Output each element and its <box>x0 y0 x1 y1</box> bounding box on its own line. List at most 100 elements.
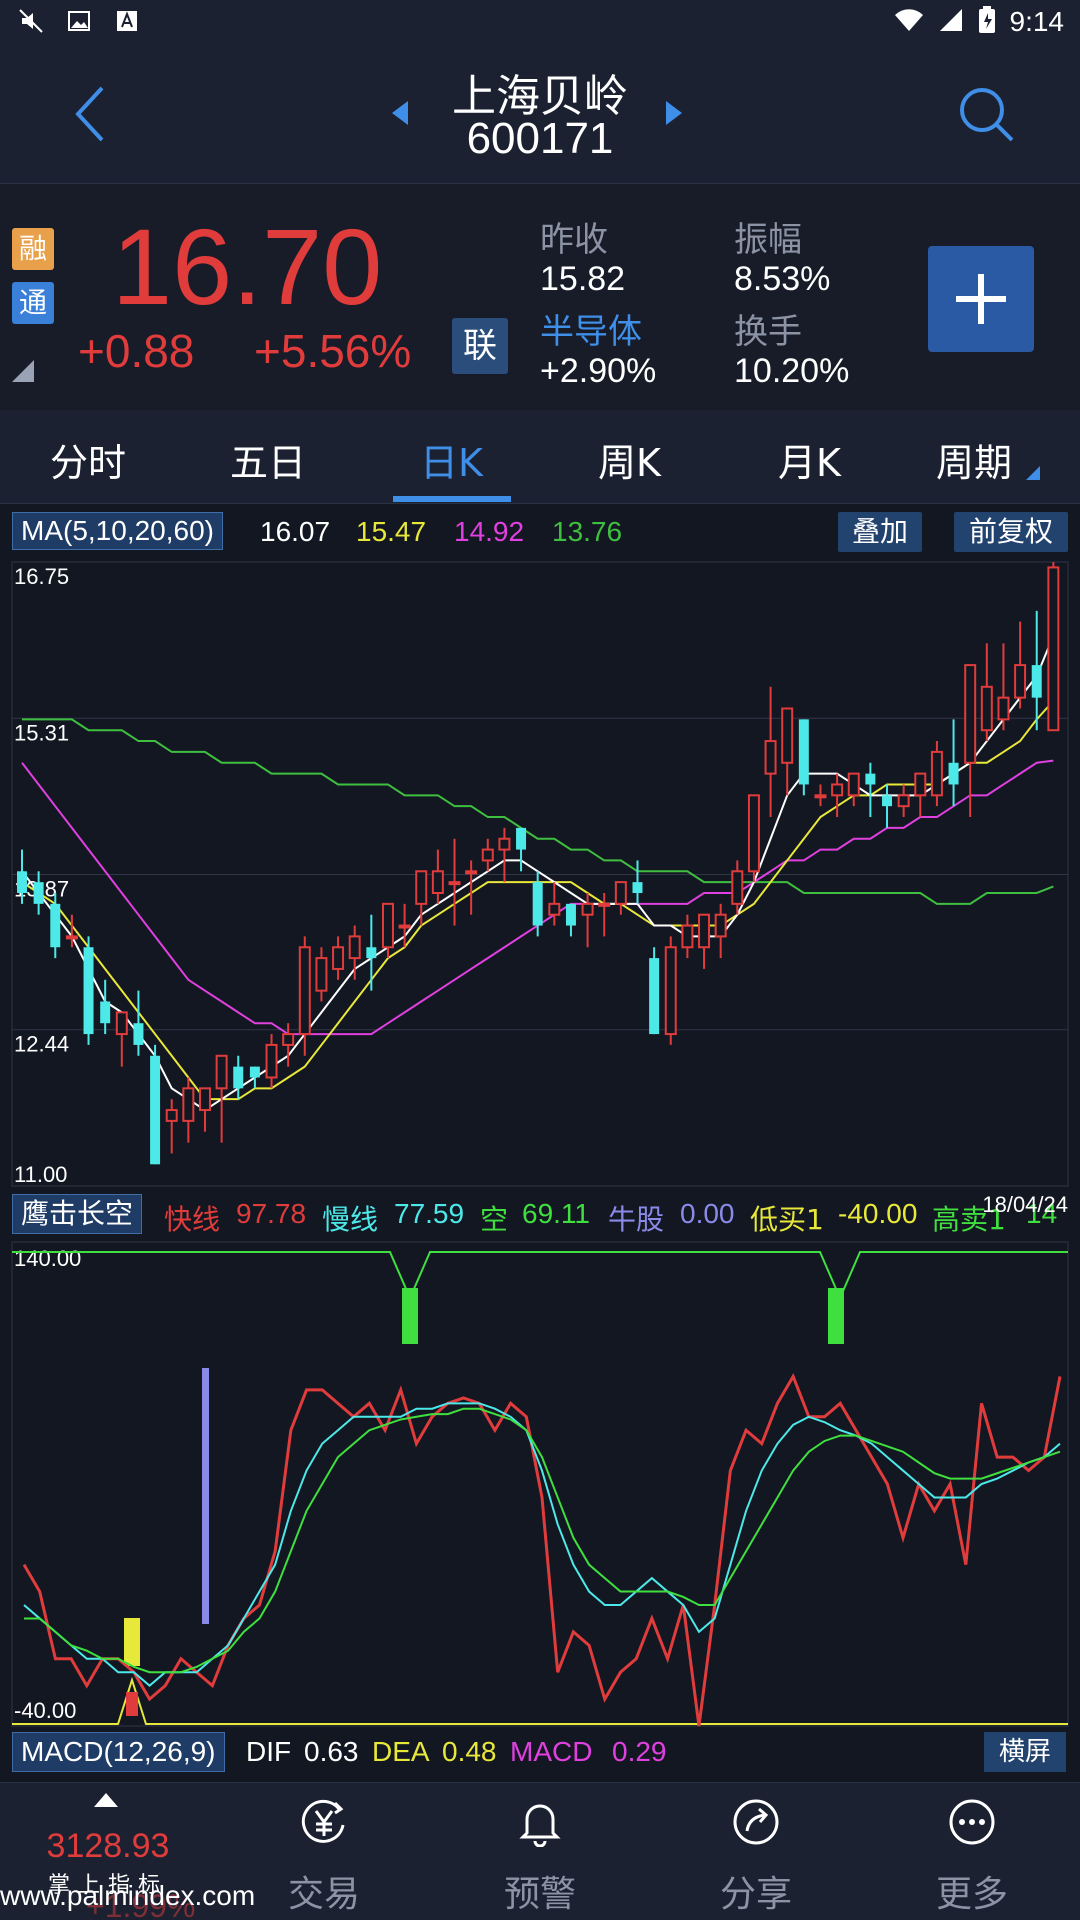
amplitude-label: 振幅 <box>734 220 802 260</box>
candle-body <box>532 882 543 926</box>
tab-weekly-k[interactable]: 周K <box>598 432 661 487</box>
candle-body <box>897 794 910 808</box>
candle-body <box>431 870 444 894</box>
connect-badge[interactable]: 通 <box>12 282 54 324</box>
low-buy-label: 低买1 <box>750 1203 824 1236</box>
candle-body <box>1047 566 1060 732</box>
slow-line-value: 77.59 <box>394 1198 465 1229</box>
tab-monthly-k[interactable]: 月K <box>778 432 841 487</box>
candle-body <box>798 719 809 785</box>
price-change: +0.88 <box>78 325 195 377</box>
candle-body <box>348 935 361 960</box>
turnover-label: 换手 <box>734 312 802 352</box>
kline-y-tick: 12.44 <box>14 1032 69 1057</box>
image-icon <box>66 8 92 34</box>
margin-badge[interactable]: 融 <box>12 228 54 270</box>
fast-line-label: 快线 <box>164 1203 221 1236</box>
nav-alert[interactable]: 预警 <box>432 1783 648 1920</box>
candle-body <box>731 870 744 905</box>
tab-period[interactable]: 周期 <box>936 432 1012 487</box>
tab-daily-k[interactable]: 日K <box>420 432 483 487</box>
candle-body <box>781 707 794 764</box>
dif-value: 0.63 <box>304 1736 359 1767</box>
dea-label: DEA <box>372 1736 430 1767</box>
candle-body <box>115 1011 128 1036</box>
indicator-svg[interactable]: 140.00 -40.00 <box>0 1238 1080 1730</box>
candle-body <box>315 957 328 992</box>
low-buy-marker <box>124 1618 140 1666</box>
expand-up-icon <box>94 1793 118 1807</box>
crosshair-date: 18/04/24 <box>982 1192 1068 1217</box>
kline-frame <box>11 561 1069 1187</box>
indicator-bottom-tick: -40.00 <box>14 1698 76 1723</box>
kline-svg[interactable]: 16.7515.3113.8712.4411.00 <box>0 556 1080 1192</box>
signal-icon <box>938 7 964 37</box>
prev-close-value: 15.82 <box>540 260 626 298</box>
buy-flag-icon <box>126 1692 138 1716</box>
candle-body <box>997 696 1010 721</box>
candle-body <box>100 1001 111 1024</box>
indicator-series-line <box>22 1373 1062 1727</box>
high-sell-signal-line <box>12 1251 1068 1301</box>
amplitude-value: 8.53% <box>734 260 831 298</box>
candle-body <box>747 794 760 873</box>
ma20-value: 14.92 <box>454 516 525 547</box>
overlay-button[interactable]: 叠加 <box>838 512 922 552</box>
candle-body <box>847 772 860 797</box>
candle-body <box>516 827 527 850</box>
candle-body <box>548 902 561 916</box>
search-icon[interactable] <box>956 84 1016 148</box>
candle-body <box>964 664 977 764</box>
adjust-button[interactable]: 前复权 <box>954 512 1068 552</box>
candle-body <box>150 1055 161 1165</box>
ma-selector[interactable]: MA(5,10,20,60) <box>12 512 223 550</box>
indicator-selector[interactable]: 鹰击长空 <box>12 1194 143 1234</box>
last-price: 16.70 <box>112 206 383 327</box>
period-dropdown-icon[interactable] <box>1026 466 1040 480</box>
kline-chart[interactable]: 16.7515.3113.8712.4411.00 <box>0 556 1080 1192</box>
watermark: www.palmindex.com <box>0 1880 256 1911</box>
candle-body <box>33 882 44 904</box>
candle-body <box>565 903 576 926</box>
more-icon <box>947 1797 997 1847</box>
indicator-chart[interactable]: 140.00 -40.00 <box>0 1238 1080 1730</box>
status-bar: 9:14 <box>0 0 1080 44</box>
candle-body <box>182 1087 195 1122</box>
macd-value: 0.29 <box>612 1736 667 1767</box>
stock-header: 上海贝岭 600171 <box>0 44 1080 184</box>
candle-body <box>215 1054 228 1090</box>
candle-body <box>814 794 827 799</box>
empty-line-label: 空 <box>480 1203 509 1236</box>
sector-value: +2.90% <box>540 352 657 390</box>
macd-value-label: MACD <box>510 1736 593 1767</box>
candle-body <box>914 772 927 797</box>
index-value: 3128.93 <box>46 1827 170 1865</box>
next-stock-icon[interactable] <box>664 99 684 131</box>
tab-five-day[interactable]: 五日 <box>230 432 306 487</box>
candle-body <box>714 913 727 938</box>
macd-selector[interactable]: MACD(12,26,9) <box>12 1732 225 1772</box>
add-watchlist-button[interactable] <box>928 246 1034 352</box>
candle-body <box>366 947 377 959</box>
tab-intraday[interactable]: 分时 <box>50 432 126 487</box>
candle-body <box>980 685 993 732</box>
candle-body <box>1031 665 1042 698</box>
candle-body <box>233 1066 244 1089</box>
linked-button[interactable]: 联 <box>452 318 508 374</box>
candle-body <box>481 848 494 862</box>
sector-link[interactable]: 半导体 <box>540 304 642 353</box>
landscape-button[interactable]: 横屏 <box>984 1732 1066 1772</box>
candle-body <box>298 946 311 1036</box>
candle-body <box>17 871 27 893</box>
nav-share[interactable]: 分享 <box>648 1783 864 1920</box>
dif-label: DIF <box>246 1736 292 1767</box>
candle-body <box>498 837 511 851</box>
mute-icon <box>18 8 44 34</box>
expand-corner-icon[interactable] <box>12 360 34 382</box>
candle-body <box>882 795 893 807</box>
bull-value: 0.00 <box>680 1198 735 1229</box>
nav-more[interactable]: 更多 <box>864 1783 1080 1920</box>
dea-value: 0.48 <box>442 1736 497 1767</box>
turnover-value: 10.20% <box>734 352 850 390</box>
kline-y-tick: 15.31 <box>14 720 69 745</box>
